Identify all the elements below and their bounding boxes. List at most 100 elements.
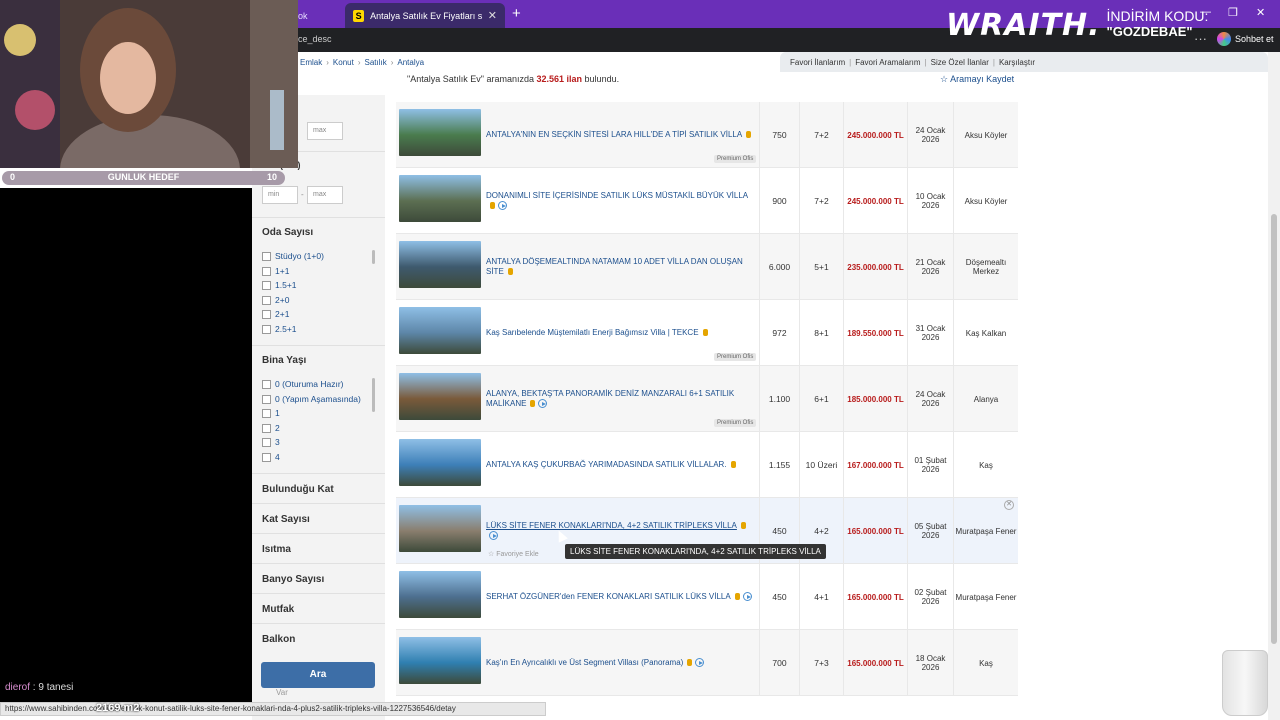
age-option[interactable]: 2 [262,423,280,433]
listing-row[interactable]: Kaş Sarıbelende Müştemilatlı Enerji Bağı… [396,300,1018,366]
save-search-link[interactable]: ☆ Aramayı Kaydet [940,74,1014,85]
separator: | [992,57,995,67]
listing-thumbnail[interactable] [399,307,481,354]
listing-title-link[interactable]: DONANIMLI SİTE İÇERİSİNDE SATILIK LÜKS M… [486,168,756,234]
copilot-button[interactable]: Sohbet et [1217,32,1274,46]
checkbox[interactable] [262,423,271,433]
scrollbar-thumb[interactable] [1271,214,1277,644]
checkbox[interactable] [262,266,271,276]
listing-row[interactable]: DONANIMLI SİTE İÇERİSİNDE SATILIK LÜKS M… [396,168,1018,234]
listing-thumbnail[interactable] [399,439,481,486]
url-field[interactable]: ce_desc [298,34,332,44]
copilot-label: Sohbet et [1235,34,1274,44]
listing-thumbnail[interactable] [399,373,481,420]
favorite-listings-link[interactable]: Favori İlanlarım [790,58,845,67]
new-tab-plus-icon[interactable]: + [512,5,521,22]
room-option[interactable]: 2+0 [262,295,289,305]
listing-title-link[interactable]: SERHAT ÖZGÜNER'den FENER KONAKLARI SATIL… [486,564,756,630]
listing-thumbnail[interactable] [399,175,481,222]
listing-thumbnail[interactable] [399,109,481,156]
video-play-icon[interactable] [742,592,752,602]
listing-thumbnail[interactable] [399,241,481,288]
close-icon[interactable]: ✕ [1004,500,1014,510]
age-option[interactable]: 4 [262,452,280,462]
listing-area: 700 [759,630,799,696]
room-scrollbar[interactable] [372,250,375,264]
listing-location: Aksu Köyler [953,168,1018,234]
checkbox[interactable] [262,408,271,418]
listing-area-text: 6.000 [768,262,791,272]
option-label: 3 [275,437,280,447]
star-icon: ☆ [940,74,949,84]
listing-title-link[interactable]: Kaş'ın En Ayrıcalıklı ve Üst Segment Vil… [486,630,756,696]
listing-row[interactable]: Kaş'ın En Ayrıcalıklı ve Üst Segment Vil… [396,630,1018,696]
listing-price-text: 165.000.000 TL [847,592,904,602]
filter-floor[interactable]: Bulunduğu Kat [252,473,385,503]
age-scrollbar[interactable] [372,378,375,412]
listing-location-text: Aksu Köyler [964,196,1008,206]
room-option[interactable]: Stüdyo (1+0) [262,251,324,261]
listing-row[interactable]: ANTALYA'NIN EN SEÇKİN SİTESİ LARA HILL'D… [396,102,1018,168]
filter-floor-count[interactable]: Kat Sayısı [252,503,385,533]
room-option[interactable]: 1+1 [262,266,289,276]
page-scrollbar[interactable] [1268,52,1280,720]
title-tooltip: LÜKS SİTE FENER KONAKLARI'NDA, 4+2 SATIL… [565,544,826,559]
breadcrumb-item[interactable]: Konut [333,58,354,67]
age-option[interactable]: 0 (Oturuma Hazır) [262,379,344,389]
featured-badge-icon [507,268,513,276]
listing-row[interactable]: ANTALYA KAŞ ÇUKURBAĞ YARIMADASINDA SATIL… [396,432,1018,498]
maximize-icon[interactable]: ❐ [1228,6,1238,19]
checkbox[interactable] [262,280,271,290]
checkbox[interactable] [262,295,271,305]
breadcrumb-item[interactable]: Antalya [397,58,424,67]
listing-row[interactable]: ALANYA, BEKTAŞ'TA PANORAMİK DENİZ MANZAR… [396,366,1018,432]
checkbox[interactable] [262,324,271,334]
filter-balcony[interactable]: Balkon [252,623,385,653]
min-input[interactable]: min [262,186,298,204]
breadcrumb-item[interactable]: Emlak [300,58,322,67]
listing-thumbnail[interactable] [399,505,481,552]
listing-area-text: 450 [772,526,787,536]
checkbox[interactable] [262,452,271,462]
listing-row[interactable]: SERHAT ÖZGÜNER'den FENER KONAKLARI SATIL… [396,564,1018,630]
section-title: Kat Sayısı [262,514,310,525]
max-input[interactable]: max [307,122,343,140]
filter-bathroom[interactable]: Banyo Sayısı [252,563,385,593]
checkbox[interactable] [262,394,271,404]
window-close-icon[interactable]: ✕ [1256,6,1265,19]
room-option[interactable]: 2.5+1 [262,324,297,334]
listing-title-link[interactable]: ANTALYA DÖŞEMEALTINDA NATAMAM 10 ADET Vİ… [486,234,756,300]
room-option[interactable]: 2+1 [262,309,289,319]
age-option[interactable]: 0 (Yapım Aşamasında) [262,394,361,404]
age-option[interactable]: 3 [262,437,280,447]
search-button[interactable]: Ara [261,662,375,688]
range-dash: - [301,190,304,199]
filter-heating[interactable]: Isıtma [252,533,385,563]
listing-thumbnail[interactable] [399,637,481,684]
favorite-searches-link[interactable]: Favori Aramalarım [855,58,920,67]
listing-title-text: ANTALYA KAŞ ÇUKURBAĞ YARIMADASINDA SATIL… [486,460,727,469]
tab-close-icon[interactable]: ✕ [488,9,497,22]
tab-active[interactable]: S Antalya Satılık Ev Fiyatları sahibinde… [345,3,505,28]
checkbox[interactable] [262,437,271,447]
video-play-icon[interactable] [489,531,498,541]
listing-row[interactable]: ANTALYA DÖŞEMEALTINDA NATAMAM 10 ADET Vİ… [396,234,1018,300]
video-play-icon[interactable] [498,201,507,211]
video-play-icon[interactable] [538,399,548,409]
room-option[interactable]: 1.5+1 [262,280,297,290]
discount-label: İNDİRİM KODU: [1106,8,1209,24]
listing-title-link[interactable]: ANTALYA KAŞ ÇUKURBAĞ YARIMADASINDA SATIL… [486,432,756,498]
add-favorite-link[interactable]: ☆ Favoriye Ekle [488,550,539,558]
checkbox[interactable] [262,379,271,389]
compare-link[interactable]: Karşılaştır [999,58,1035,67]
max-input[interactable]: max [307,186,343,204]
listing-thumbnail[interactable] [399,571,481,618]
filter-kitchen[interactable]: Mutfak [252,593,385,623]
age-option[interactable]: 1 [262,408,280,418]
breadcrumb-item[interactable]: Satılık [364,58,386,67]
checkbox[interactable] [262,309,271,319]
listing-rooms-text: 4+2 [814,526,829,536]
video-play-icon[interactable] [695,658,705,668]
special-listings-link[interactable]: Size Özel İlanlar [931,58,989,67]
checkbox[interactable] [262,251,271,261]
